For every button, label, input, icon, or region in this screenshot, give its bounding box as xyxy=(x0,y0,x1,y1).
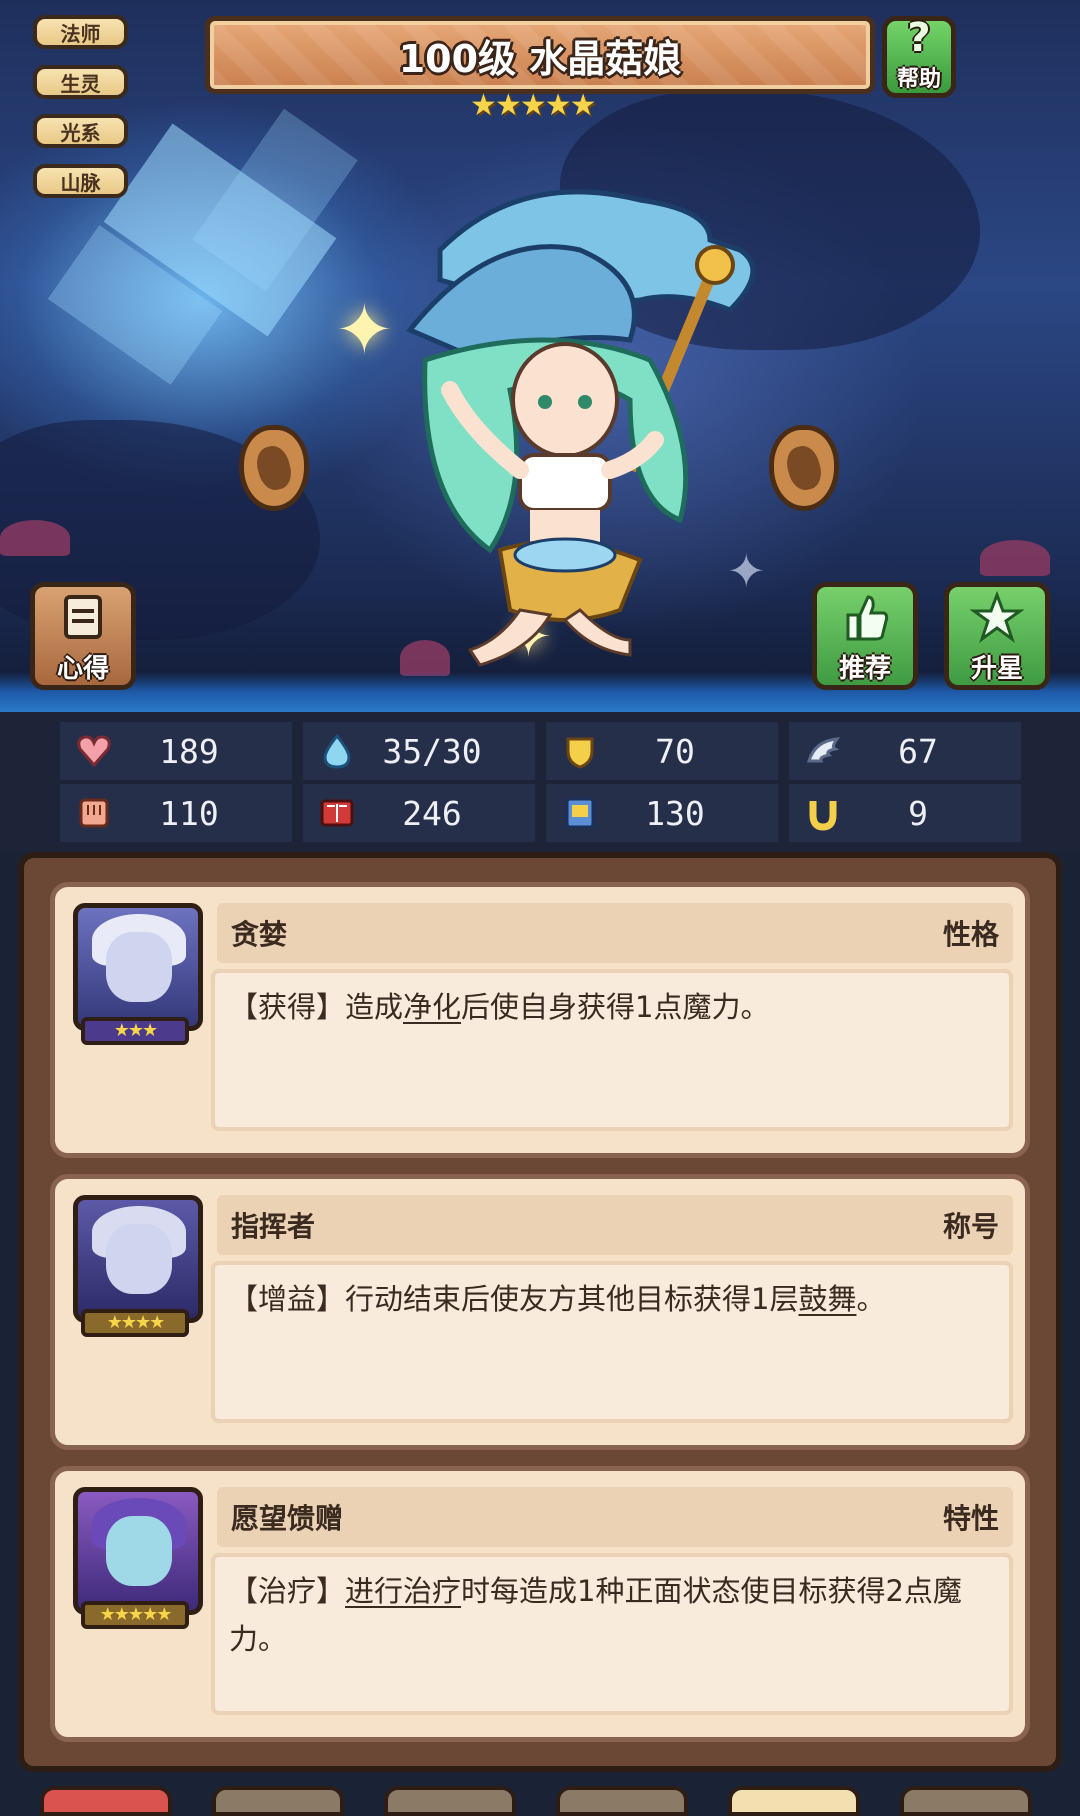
recommend-label: 推荐 xyxy=(838,654,891,684)
wing-icon xyxy=(801,729,845,773)
trait-stars: ★★★★★ xyxy=(81,1601,189,1629)
stat-mana: 35/30 xyxy=(303,722,535,780)
spellbook-icon xyxy=(315,791,359,835)
trait-description: 【获得】造成净化后使自身获得1点魔力。 xyxy=(211,969,1013,1131)
trait-description: 【治疗】进行治疗时每造成1种正面状态使目标获得2点魔力。 xyxy=(211,1553,1013,1715)
trait-portrait xyxy=(73,903,203,1031)
horseshoe-icon xyxy=(801,791,845,835)
character-title: 100级 水晶菇娘 xyxy=(398,36,682,81)
traits-panel: ★★★ 贪婪 性格 【获得】造成净化后使自身获得1点魔力。 ★★★★ 指挥者 称… xyxy=(18,852,1062,1772)
trait-name: 愿望馈赠 xyxy=(231,1502,344,1535)
stats-panel: 189 35/30 70 67 110 246 130 9 xyxy=(0,712,1080,852)
trait-header: 指挥者 称号 xyxy=(217,1195,1013,1255)
emblem-right-icon xyxy=(769,425,839,511)
fist-icon xyxy=(72,791,116,835)
trait-card-title[interactable]: ★★★★ 指挥者 称号 【增益】行动结束后使友方其他目标获得1层鼓舞。 xyxy=(50,1174,1030,1450)
help-label: 帮助 xyxy=(896,67,941,92)
trait-stars: ★★★★ xyxy=(81,1309,189,1337)
tag-race: 生灵 xyxy=(33,65,128,99)
crystal-ground xyxy=(0,672,1080,712)
stat-magic: 246 xyxy=(303,784,535,842)
bottom-tab[interactable] xyxy=(40,1786,172,1816)
trait-card-personality[interactable]: ★★★ 贪婪 性格 【获得】造成净化后使自身获得1点魔力。 xyxy=(50,882,1030,1158)
question-mark-icon: ? xyxy=(907,15,931,61)
trait-stars: ★★★ xyxy=(81,1017,189,1045)
mushroom-decor xyxy=(980,540,1050,576)
trait-type: 性格 xyxy=(942,918,999,951)
rarity-stars: ★★★★★ xyxy=(470,88,596,123)
water-drop-icon xyxy=(315,729,359,773)
stat-hp: 189 xyxy=(60,722,292,780)
stat-speed: 67 xyxy=(789,722,1021,780)
stat-defense: 70 xyxy=(546,722,778,780)
character-sprite[interactable] xyxy=(380,170,800,670)
trait-type: 特性 xyxy=(942,1502,999,1535)
title-banner: 100级 水晶菇娘 xyxy=(205,16,875,94)
scroll-icon xyxy=(558,791,602,835)
trait-name: 指挥者 xyxy=(231,1210,316,1243)
stat-resist: 130 xyxy=(546,784,778,842)
insight-label: 心得 xyxy=(56,654,109,684)
trait-description: 【增益】行动结束后使友方其他目标获得1层鼓舞。 xyxy=(211,1261,1013,1423)
bottom-tab[interactable] xyxy=(212,1786,344,1816)
thumbs-up-icon xyxy=(838,587,892,648)
keyword-link[interactable]: 鼓舞 xyxy=(798,1282,856,1316)
bottom-tab[interactable] xyxy=(728,1786,860,1816)
bottom-tab[interactable] xyxy=(900,1786,1032,1816)
keyword-link[interactable]: 进行治疗 xyxy=(345,1574,461,1608)
hero-scene: ✦ ✦ ✦ 法师 生灵 光系 山脉 100级 水晶菇娘 xyxy=(0,0,1080,712)
stat-attack: 110 xyxy=(60,784,292,842)
insight-button[interactable]: 心得 xyxy=(30,582,136,690)
trait-portrait xyxy=(73,1195,203,1323)
trait-type: 称号 xyxy=(942,1210,999,1243)
mushroom-decor xyxy=(0,520,70,556)
notebook-icon xyxy=(56,587,110,648)
tag-element: 光系 xyxy=(33,114,128,148)
trait-portrait xyxy=(73,1487,203,1615)
recommend-button[interactable]: 推荐 xyxy=(812,582,918,690)
trait-header: 愿望馈赠 特性 xyxy=(217,1487,1013,1547)
star-up-button[interactable]: 升星 xyxy=(944,582,1050,690)
heart-icon xyxy=(72,729,116,773)
bottom-tab[interactable] xyxy=(384,1786,516,1816)
tag-terrain: 山脉 xyxy=(33,164,128,198)
help-button[interactable]: ? 帮助 xyxy=(882,15,956,98)
star-badge-icon xyxy=(970,587,1024,648)
trait-card-feature[interactable]: ★★★★★ 愿望馈赠 特性 【治疗】进行治疗时每造成1种正面状态使目标获得2点魔… xyxy=(50,1466,1030,1742)
tag-class: 法师 xyxy=(33,15,128,49)
bottom-tab[interactable] xyxy=(556,1786,688,1816)
stat-luck: 9 xyxy=(789,784,1021,842)
trait-header: 贪婪 性格 xyxy=(217,903,1013,963)
shield-icon xyxy=(558,729,602,773)
emblem-left-icon xyxy=(239,425,309,511)
trait-name: 贪婪 xyxy=(231,918,288,951)
keyword-link[interactable]: 净化 xyxy=(403,990,461,1024)
star-up-label: 升星 xyxy=(970,654,1023,684)
